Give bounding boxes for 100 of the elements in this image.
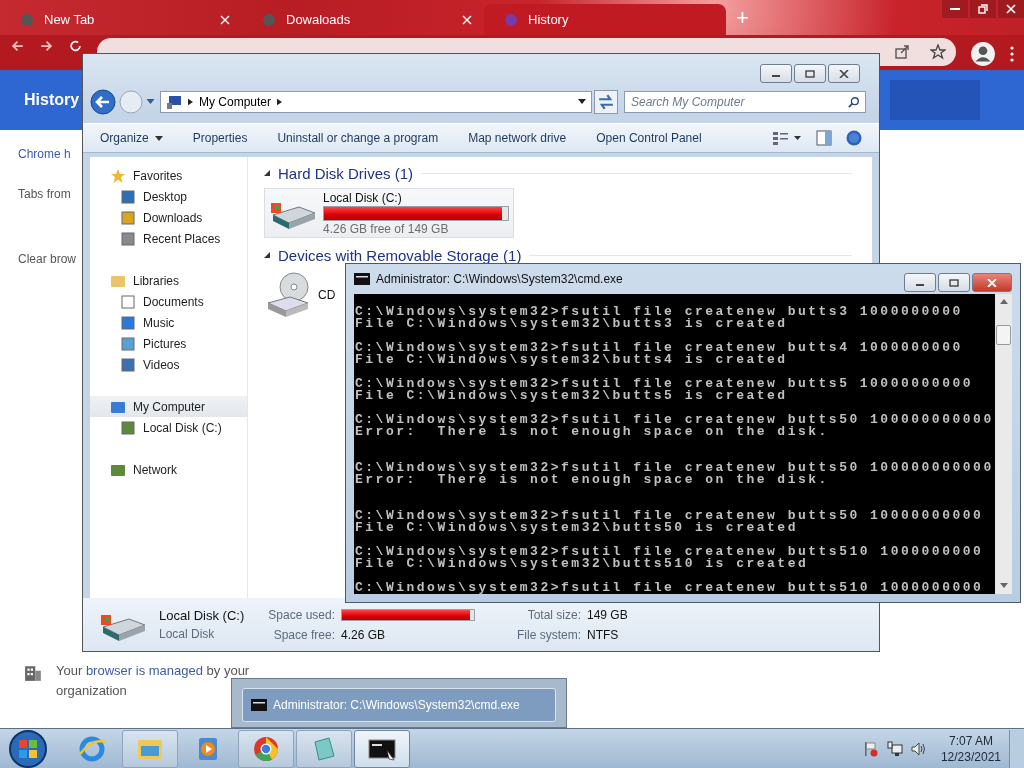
nav-item[interactable]: Videos	[90, 354, 247, 375]
field-value: 4.26 GB	[341, 627, 387, 642]
toolbar-button[interactable]: Organize	[100, 131, 163, 145]
output-line: File C:\Windows\system32\butts5 is created	[355, 390, 789, 402]
view-options-icon[interactable]	[772, 130, 802, 146]
scroll-thumb[interactable]	[996, 325, 1011, 345]
field-value: 149 GB	[587, 607, 629, 622]
taskbar-button[interactable]	[354, 729, 410, 768]
field-label: Space used:	[267, 607, 335, 622]
share-icon[interactable]	[894, 44, 910, 60]
minimize-button[interactable]	[904, 273, 936, 292]
nav-item[interactable]: Downloads	[90, 207, 247, 228]
command-line: C:\Windows\system32>fsutil file createnew butts50 100000000000	[355, 462, 995, 474]
maximize-button[interactable]	[794, 64, 826, 83]
window-title: Administrator: C:\Windows\System32\cmd.exe	[376, 272, 623, 286]
drive-name: CD	[318, 288, 336, 302]
menu-icon[interactable]	[1010, 46, 1014, 62]
nav-item[interactable]: My Computer	[90, 396, 247, 417]
site-icon	[262, 12, 276, 27]
close-icon	[1006, 4, 1016, 14]
clock[interactable]: 7:07 AM 12/23/2021	[940, 732, 1001, 765]
output-line: Error: There is not enough space on the disk.	[355, 474, 830, 486]
nav-item[interactable]: Recent Places	[90, 228, 247, 249]
toolbar-button[interactable]: Map network drive	[468, 131, 567, 145]
collapse-icon[interactable]	[264, 170, 270, 176]
dropdown-icon[interactable]	[578, 99, 586, 105]
back-icon[interactable]	[10, 39, 25, 53]
close-button[interactable]	[998, 0, 1024, 18]
command-line: C:\Windows\system32>fsutil file createnew butts3 1000000000	[355, 306, 964, 318]
caret-icon[interactable]	[146, 99, 155, 105]
nav-item[interactable]: Local Disk (C:)	[90, 417, 247, 438]
sidebar-item[interactable]: Chrome h	[18, 147, 71, 161]
group-heading: Hard Disk Drives (1)	[278, 164, 413, 182]
browser-tab[interactable]: New Tab	[0, 4, 242, 35]
refresh-icon[interactable]	[594, 90, 618, 114]
drive-name: Local Disk (C:)	[323, 190, 403, 205]
browser-tab[interactable]: Dowaloads	[242, 4, 484, 35]
sidebar-item[interactable]: Tabs from	[18, 187, 71, 201]
collapse-icon[interactable]	[264, 252, 270, 258]
close-button[interactable]	[972, 273, 1012, 292]
volume-icon[interactable]	[910, 740, 927, 757]
console-icon	[354, 273, 370, 285]
command-line: C:\Windows\system32>fsutil file createnew butts50 10000000000	[355, 510, 985, 522]
profile-icon[interactable]	[970, 41, 996, 67]
network-icon[interactable]	[886, 740, 903, 757]
preview-pane-icon[interactable]	[816, 130, 832, 146]
nav-item[interactable]: Music	[90, 312, 247, 333]
item-icon	[120, 209, 136, 226]
nav-item[interactable]: Desktop	[90, 186, 247, 207]
close-icon[interactable]	[220, 14, 230, 25]
field-value: NTFS	[587, 627, 620, 642]
item-icon	[120, 293, 136, 310]
minimize-icon	[950, 8, 960, 10]
computer-icon	[166, 94, 182, 110]
browser-tab[interactable]: History	[484, 4, 726, 35]
toolbar-button[interactable]: Properties	[192, 131, 248, 145]
drive-tile[interactable]: CD	[264, 270, 336, 320]
scroll-up-icon[interactable]	[999, 299, 1008, 305]
reload-icon[interactable]	[68, 39, 83, 53]
address-bar[interactable]: My Computer	[160, 91, 592, 113]
maximize-button[interactable]	[938, 273, 970, 292]
star-icon[interactable]	[930, 44, 946, 60]
restore-button[interactable]	[970, 0, 996, 18]
close-icon	[839, 69, 849, 78]
page-title: History	[24, 91, 80, 109]
nav-item[interactable]: Network	[90, 459, 247, 480]
toolbar-button[interactable]: Uninstall or change a program	[277, 131, 439, 145]
item-icon	[120, 419, 136, 436]
minimize-button[interactable]	[942, 0, 968, 18]
nav-item[interactable]: Pictures	[90, 333, 247, 354]
help-icon[interactable]	[846, 130, 862, 146]
scroll-down-icon[interactable]	[999, 583, 1008, 589]
building-icon	[24, 664, 42, 682]
command-line: C:\Windows\system32>fsutil file createnew butts4 1000000000	[355, 342, 964, 354]
close-button[interactable]	[828, 64, 860, 83]
drive-tile[interactable]: Local Disk (C:) 4.26 GB free of 149 GB	[264, 188, 514, 238]
chevron-icon	[188, 98, 193, 106]
start-button[interactable]	[8, 728, 48, 768]
nav-item[interactable]: Documents	[90, 291, 247, 312]
nav-item[interactable]: Libraries	[90, 270, 247, 291]
sidebar-item[interactable]: Clear brow	[18, 252, 77, 266]
search-field[interactable]	[890, 80, 980, 120]
output-line: Error: There is not enough space on the disk.	[355, 426, 830, 438]
search-field[interactable]: Search My Computer	[624, 91, 866, 113]
back-button[interactable]	[90, 89, 116, 115]
nav-item[interactable]: Favorites	[90, 165, 247, 186]
close-icon[interactable]	[462, 14, 472, 25]
minimize-button[interactable]	[760, 64, 792, 83]
command-line: C:\Windows\system32>fsutil file createnew butts5 10000000000	[355, 378, 975, 390]
toolbar-button[interactable]: Open Control Panel	[596, 131, 702, 145]
flag-icon[interactable]	[862, 740, 879, 757]
search-icon[interactable]	[848, 96, 860, 108]
field-label: File system:	[516, 627, 581, 642]
item-icon	[120, 335, 136, 352]
restore-icon	[978, 4, 988, 14]
field-label: Space free:	[272, 627, 335, 642]
forward-icon[interactable]	[39, 39, 54, 53]
item-icon	[120, 230, 136, 247]
managed-link[interactable]: browser is managed	[85, 663, 203, 678]
site-icon	[504, 12, 518, 27]
